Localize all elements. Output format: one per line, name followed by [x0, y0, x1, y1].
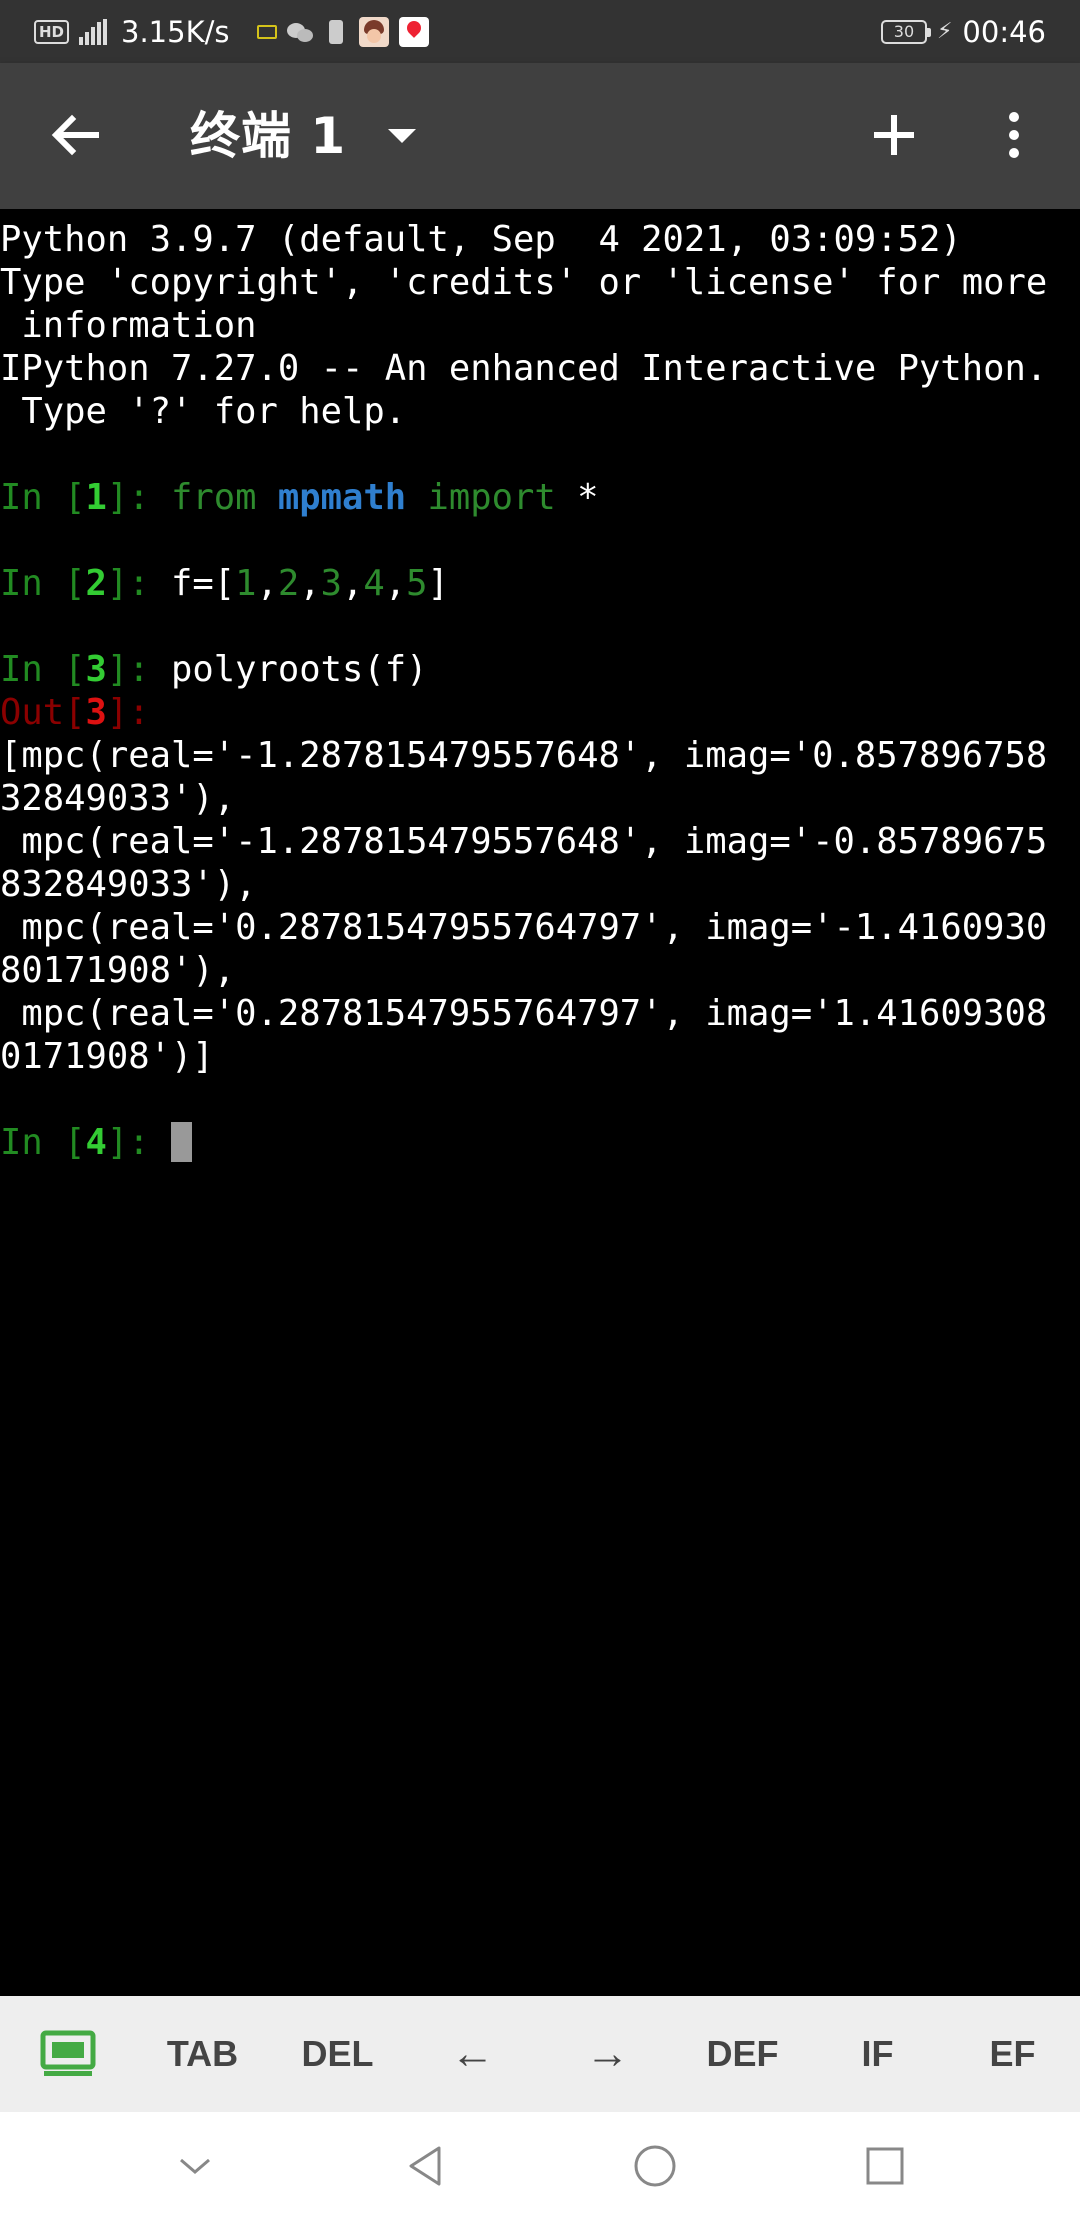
keyboard-icon — [40, 2030, 95, 2076]
new-session-plus-icon[interactable] — [862, 103, 926, 167]
out-number: 3 — [85, 692, 107, 733]
system-nav-bar — [0, 2112, 1080, 2220]
screen-notification-icon — [257, 24, 278, 39]
banner-line: Type 'copyright', 'credits' or 'license'… — [0, 262, 1048, 303]
back-arrow-icon[interactable] — [44, 103, 108, 167]
app-avatar-icon — [359, 16, 390, 47]
prompt-suffix: ]: — [106, 563, 171, 604]
comma: , — [342, 563, 364, 604]
sim-notification-icon — [329, 19, 344, 44]
out-suffix: ]: — [106, 692, 150, 733]
hide-keyboard-button[interactable] — [165, 2136, 225, 2196]
banner-line: information — [0, 305, 257, 346]
nav-recents-button[interactable] — [855, 2136, 915, 2196]
output-line: [mpc(real='-1.287815479557648', imag='0.… — [0, 735, 1048, 776]
status-left: HD 3.15K/s — [34, 0, 430, 63]
output-line: 32849033'), — [0, 778, 236, 819]
prompt-prefix: In [ — [0, 1122, 86, 1163]
chevron-down-icon — [180, 2158, 210, 2174]
tab-key[interactable]: TAB — [135, 1996, 270, 2112]
signal-icon — [79, 18, 108, 45]
right-arrow-key[interactable]: → — [540, 1996, 675, 2112]
comma: , — [384, 563, 407, 604]
prompt-number: 1 — [85, 477, 107, 518]
recents-square-icon — [866, 2147, 904, 2185]
status-bar: HD 3.15K/s 30 ⚡ 00:46 — [0, 0, 1080, 63]
session-dropdown-icon[interactable] — [382, 121, 422, 151]
ef-key[interactable]: EF — [945, 1996, 1080, 2112]
more-options-icon[interactable] — [990, 103, 1038, 167]
input-line-2: In [2]: f=[1,2,3,4,5] — [0, 562, 1080, 605]
output-line: mpc(real='-1.287815479557648', imag='-0.… — [0, 821, 1048, 862]
number-literal: 4 — [363, 563, 385, 604]
prompt-prefix: In [ — [0, 563, 86, 604]
comma: , — [256, 563, 278, 604]
output-line: 832849033'), — [0, 864, 257, 905]
del-key[interactable]: DEL — [270, 1996, 405, 2112]
output-line: mpc(real='0.28781547955764797', imag='1.… — [0, 993, 1048, 1034]
session-title[interactable]: 终端 1 — [190, 99, 346, 173]
prompt-prefix: In [ — [0, 649, 86, 690]
prompt-suffix: ]: — [106, 1122, 171, 1163]
home-circle-icon — [634, 2145, 676, 2187]
clock: 00:46 — [962, 14, 1046, 49]
input-line-1: In [1]: from mpmath import * — [0, 476, 1080, 519]
wechat-icon — [287, 21, 315, 43]
prompt-prefix: In [ — [0, 477, 86, 518]
keyboard-toggle-button[interactable] — [0, 1996, 135, 2112]
out-prefix: Out[ — [0, 692, 86, 733]
screen: HD 3.15K/s 30 ⚡ 00:46 终端 1 Python 3.9.7 … — [0, 0, 1080, 2220]
code-text: polyroots(f) — [171, 649, 428, 690]
number-literal: 2 — [277, 563, 300, 604]
output-line: 80171908'), — [0, 950, 236, 991]
def-key[interactable]: DEF — [675, 1996, 810, 2112]
charging-icon: ⚡ — [936, 19, 953, 44]
nav-home-button[interactable] — [625, 2136, 685, 2196]
prompt-number: 3 — [85, 649, 107, 690]
hd-icon: HD — [34, 19, 70, 44]
output-line: 0171908')] — [0, 1036, 214, 1077]
status-right: 30 ⚡ 00:46 — [880, 0, 1046, 63]
banner-line: Python 3.9.7 (default, Sep 4 2021, 03:09… — [0, 219, 962, 260]
number-literal: 5 — [406, 563, 428, 604]
app-location-icon — [399, 16, 430, 47]
number-literal: 3 — [320, 563, 342, 604]
code-text: ] — [427, 563, 449, 604]
left-arrow-key[interactable]: ← — [405, 1996, 540, 2112]
code-text: f=[ — [171, 563, 236, 604]
prompt-suffix: ]: — [106, 477, 171, 518]
terminal-output[interactable]: Python 3.9.7 (default, Sep 4 2021, 03:09… — [0, 218, 1080, 1994]
comma: , — [299, 563, 321, 604]
input-line-3: In [3]: polyroots(f) — [0, 648, 1080, 691]
if-key[interactable]: IF — [810, 1996, 945, 2112]
import-target: * — [555, 477, 599, 518]
text-cursor[interactable] — [171, 1122, 192, 1162]
app-bar: 终端 1 — [0, 63, 1080, 209]
module-name: mpmath — [277, 477, 407, 518]
output-prompt-3: Out[3]: — [0, 691, 1080, 734]
input-line-4: In [4]: — [0, 1121, 1080, 1164]
battery-icon: 30 — [880, 19, 931, 44]
extra-keys-bar: TAB DEL ← → DEF IF EF — [0, 1996, 1080, 2112]
banner-line: IPython 7.27.0 -- An enhanced Interactiv… — [0, 348, 1048, 389]
keyword-from: from — [171, 477, 257, 518]
banner-line: Type '?' for help. — [0, 391, 407, 432]
output-line: mpc(real='0.28781547955764797', imag='-1… — [0, 907, 1048, 948]
nav-back-button[interactable] — [395, 2136, 455, 2196]
back-triangle-icon — [409, 2146, 441, 2186]
keyword-import: import — [427, 477, 556, 518]
network-speed: 3.15K/s — [121, 14, 230, 49]
prompt-number: 2 — [85, 563, 107, 604]
number-literal: 1 — [235, 563, 257, 604]
prompt-number: 4 — [85, 1122, 107, 1163]
battery-indicator: 30 ⚡ — [880, 19, 953, 44]
prompt-suffix: ]: — [106, 649, 171, 690]
